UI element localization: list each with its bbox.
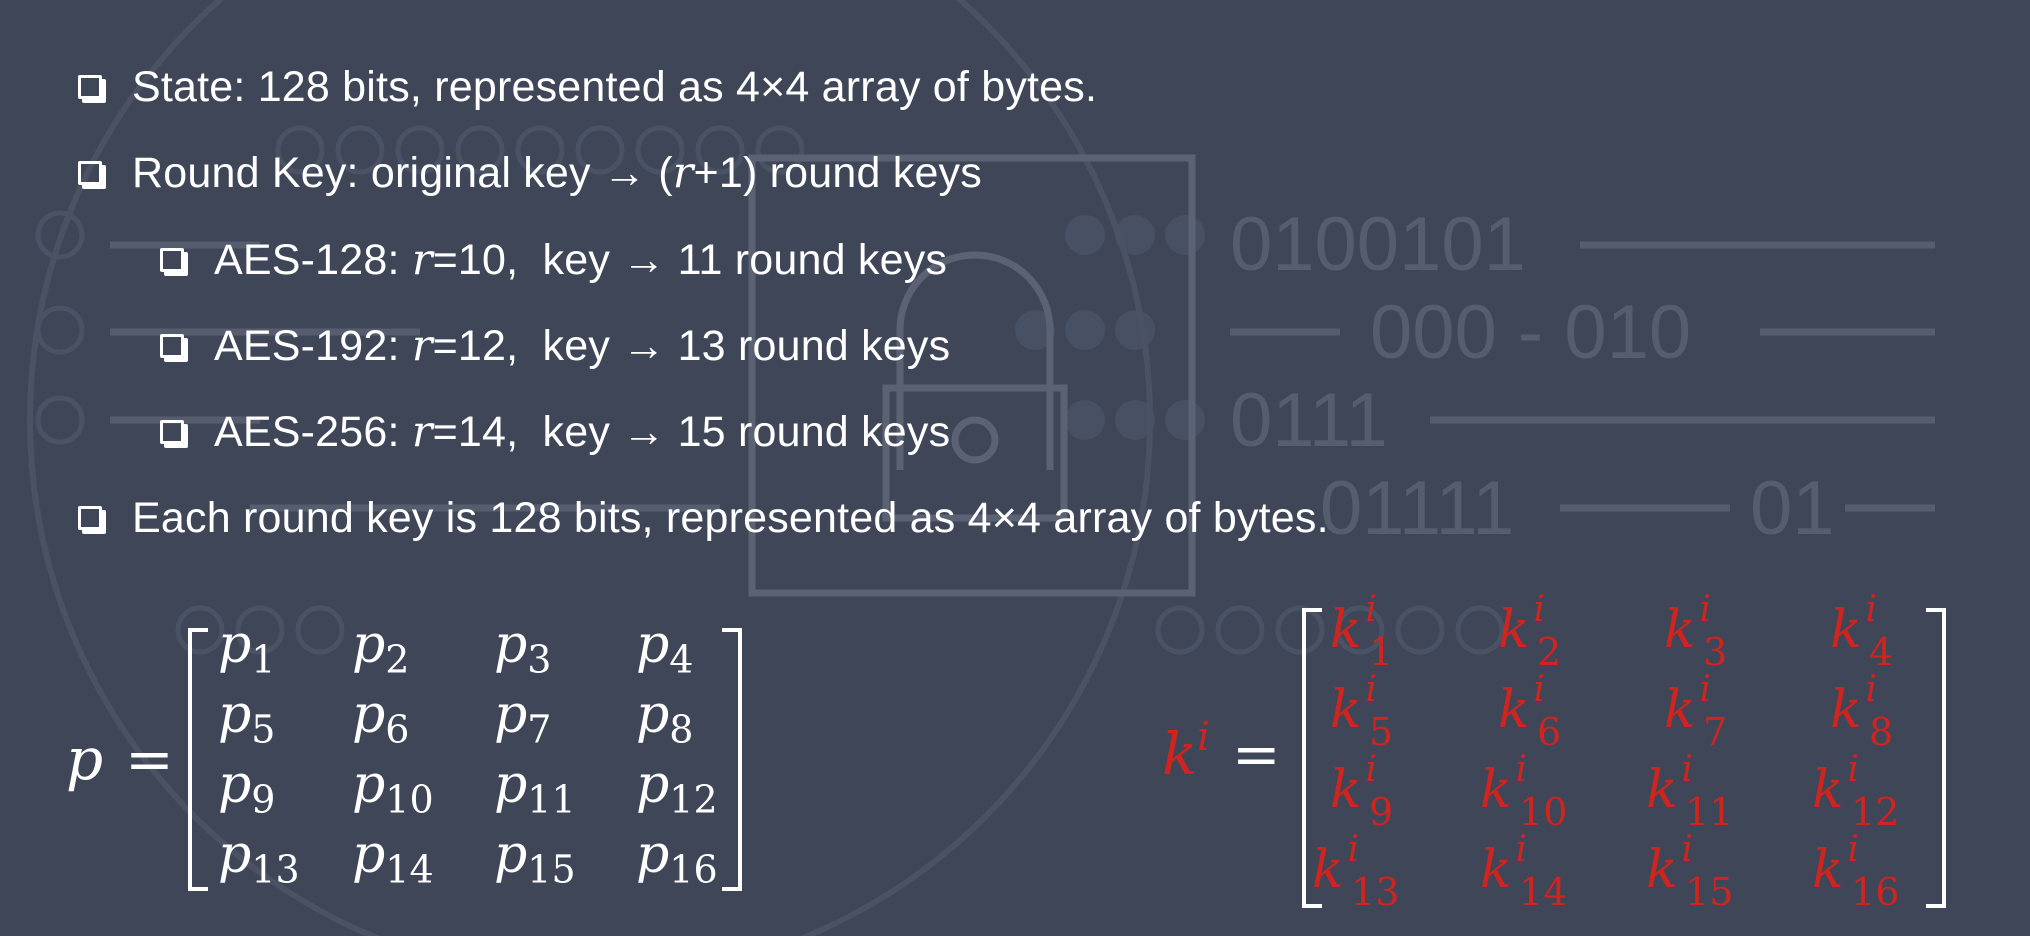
bullet-aes-128: AES-128: r=10, key → 11 round keys xyxy=(160,230,947,290)
key-matrix-cell: k i9 xyxy=(1330,749,1394,834)
bullet-text: AES-256: r=14, key → 15 round keys xyxy=(214,407,951,457)
checkbox-bullet-icon xyxy=(160,248,184,272)
state-matrix-cell: p3 xyxy=(494,615,552,682)
state-matrix-cell: p11 xyxy=(494,755,576,822)
checkbox-bullet-icon xyxy=(78,75,102,99)
checkbox-bullet-icon xyxy=(160,420,184,444)
key-matrix-cell: k i14 xyxy=(1480,829,1568,914)
right-bracket xyxy=(722,628,742,891)
state-matrix-cell: p6 xyxy=(352,685,410,752)
bullet-aes-256: AES-256: r=14, key → 15 round keys xyxy=(160,402,950,462)
bullet-text: Round Key: original key → (r+1) round ke… xyxy=(132,148,982,198)
bullet-each-round-key: Each round key is 128 bits, represented … xyxy=(78,488,1329,548)
key-matrix-cell: k i15 xyxy=(1646,829,1734,914)
key-matrix-cell: k i16 xyxy=(1812,829,1900,914)
key-matrix-cell: k i2 xyxy=(1498,589,1562,674)
state-matrix-cell: p14 xyxy=(352,825,434,892)
state-matrix-cell: p10 xyxy=(352,755,434,822)
bullet-list: State: 128 bits, represented as 4×4 arra… xyxy=(0,0,2030,600)
checkbox-bullet-icon xyxy=(160,334,184,358)
state-matrix-cell: p13 xyxy=(218,825,300,892)
key-matrix-cell: k i8 xyxy=(1830,669,1894,754)
key-matrix-cell: k i5 xyxy=(1330,669,1394,754)
state-matrix-cell: p4 xyxy=(636,615,694,682)
checkbox-bullet-icon xyxy=(78,161,102,185)
left-bracket xyxy=(188,628,208,891)
state-matrix-cell: p5 xyxy=(218,685,276,752)
state-matrix-cell: p12 xyxy=(636,755,718,822)
key-matrix-cell: k i1 xyxy=(1330,589,1394,674)
checkbox-bullet-icon xyxy=(78,506,102,530)
right-bracket xyxy=(1926,608,1946,908)
bullet-state: State: 128 bits, represented as 4×4 arra… xyxy=(78,57,1097,117)
state-matrix-cell: p15 xyxy=(494,825,576,892)
key-matrix-cell: k i10 xyxy=(1480,749,1568,834)
state-matrix-cell: p9 xyxy=(218,755,276,822)
state-matrix-cell: p8 xyxy=(636,685,694,752)
bullet-text: Each round key is 128 bits, represented … xyxy=(132,493,1329,542)
state-matrix-lhs: p = xyxy=(66,725,174,793)
key-matrix-cell: k i3 xyxy=(1664,589,1728,674)
state-matrix-cell: p16 xyxy=(636,825,718,892)
key-matrix-cell: k i13 xyxy=(1312,829,1400,914)
bullet-text: AES-192: r=12, key → 13 round keys xyxy=(214,321,951,371)
key-matrix-lhs: ki = xyxy=(1162,714,1281,788)
state-matrix-cell: p2 xyxy=(352,615,410,682)
key-matrix-cell: k i12 xyxy=(1812,749,1900,834)
bullet-round-key: Round Key: original key → (r+1) round ke… xyxy=(78,143,982,203)
key-matrix-cell: k i11 xyxy=(1646,749,1734,834)
state-matrix-cell: p7 xyxy=(494,685,552,752)
bullet-aes-192: AES-192: r=12, key → 13 round keys xyxy=(160,316,950,376)
key-matrix-cell: k i6 xyxy=(1498,669,1562,754)
key-matrix-cell: k i7 xyxy=(1664,669,1728,754)
state-matrix-cell: p1 xyxy=(218,615,276,682)
bullet-text: State: 128 bits, represented as 4×4 arra… xyxy=(132,62,1098,111)
bullet-text: AES-128: r=10, key → 11 round keys xyxy=(214,235,948,285)
key-matrix-cell: k i4 xyxy=(1830,589,1894,674)
